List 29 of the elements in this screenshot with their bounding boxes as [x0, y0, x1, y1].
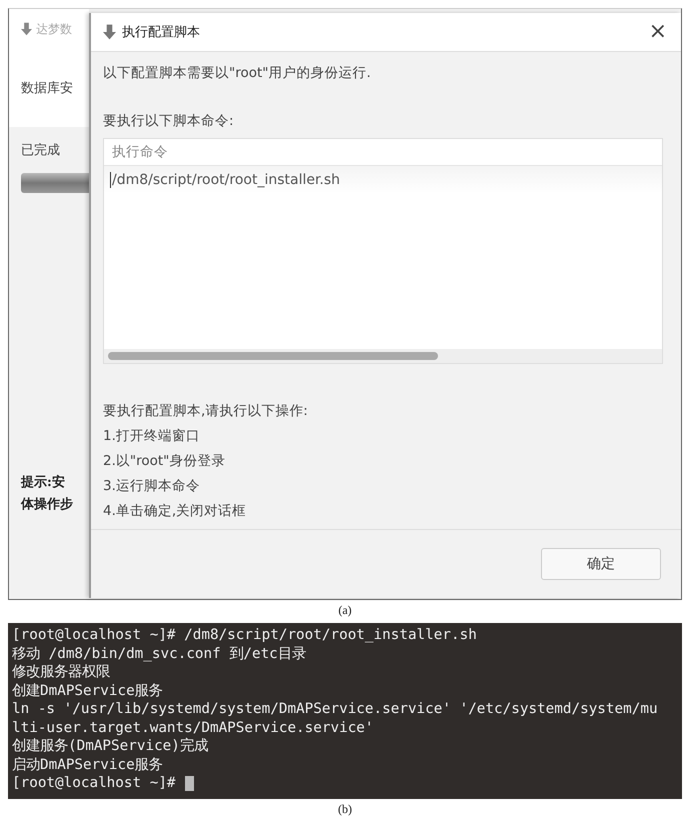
instruction-step: 1.打开终端窗口 — [103, 424, 663, 449]
instruction-step: 4.单击确定,关闭对话框 — [103, 499, 663, 524]
download-arrow-icon — [103, 24, 116, 40]
section-heading: 数据库安 — [21, 80, 73, 97]
terminal-line: 创建服务(DmAPService)完成 — [12, 737, 208, 756]
commands-label: 要执行以下脚本命令: — [103, 112, 235, 130]
dialog-title: 执行配置脚本 — [122, 24, 200, 41]
terminal-line: lti-user.target.wants/DmAPService.service' — [12, 718, 374, 737]
terminal-line: 修改服务器权限 — [12, 663, 110, 682]
terminal-line: 启动DmAPService服务 — [12, 756, 163, 774]
instructions-title: 要执行配置脚本,请执行以下操作: — [103, 402, 309, 420]
download-arrow-icon — [21, 22, 32, 36]
terminal-line: 创建DmAPService服务 — [12, 682, 163, 700]
instruction-step: 3.运行脚本命令 — [103, 474, 663, 499]
hint-text: 提示:安 — [21, 474, 66, 491]
ok-button[interactable]: 确定 — [541, 548, 661, 580]
close-button[interactable]: × — [644, 21, 671, 43]
window-title: 达梦数 — [36, 20, 72, 38]
instruction-step: 2.以"root"身份登录 — [103, 449, 663, 474]
terminal-line: [root@localhost ~]# — [12, 774, 176, 792]
figure-caption: (b) — [337, 801, 353, 818]
horizontal-scrollbar[interactable] — [104, 349, 662, 363]
hint-text: 体操作步 — [21, 496, 74, 513]
intro-text: 以下配置脚本需要以"root"用户的身份运行. — [103, 64, 372, 82]
progress-label: 已完成 — [21, 142, 61, 159]
terminal-line: ln -s '/usr/lib/systemd/system/DmAPService.service' '/etc/systemd/system/mu — [12, 700, 658, 718]
terminal-line: [root@localhost ~]# /dm8/script/root/root_installer.sh — [12, 626, 477, 644]
figure-caption: (a) — [337, 602, 353, 619]
terminal-line: 移动 /dm8/bin/dm_svc.conf 到/etc目录 — [12, 644, 306, 663]
